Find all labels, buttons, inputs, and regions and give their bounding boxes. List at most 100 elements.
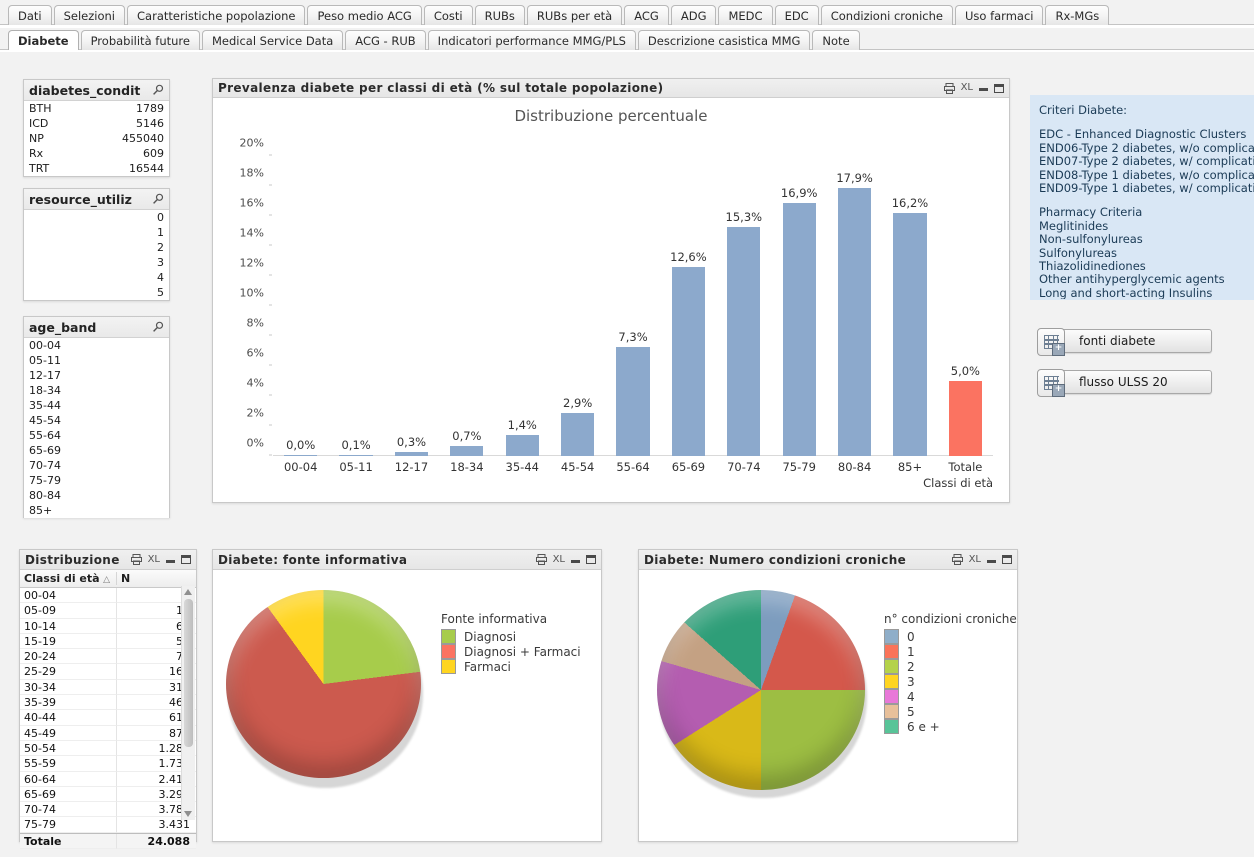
listbox-age-band[interactable]: age_band 00-04 05-11 12-17 18-34 35-44 45-54 5… <box>23 316 170 518</box>
tab-costi[interactable]: Costi <box>423 5 473 25</box>
legend-item[interactable]: 3 <box>884 674 1017 689</box>
tab-probabilit-future[interactable]: Probabilità future <box>80 30 200 50</box>
listbox-item[interactable]: TRT 16544 <box>24 161 169 176</box>
listbox-item[interactable]: 35-44 <box>24 398 169 413</box>
listbox-item[interactable]: 18-34 <box>24 383 169 398</box>
tab-adg[interactable]: ADG <box>670 5 717 25</box>
legend-item[interactable]: 5 <box>884 704 1017 719</box>
maximize-icon[interactable] <box>181 555 191 564</box>
bar[interactable] <box>394 451 429 456</box>
table-row[interactable]: 35-39 464 <box>20 695 196 711</box>
tab-selezioni[interactable]: Selezioni <box>53 5 126 25</box>
listbox-item[interactable]: 12-17 <box>24 368 169 383</box>
legend-item[interactable]: 1 <box>884 644 1017 659</box>
excel-export-icon[interactable]: XL <box>969 554 981 565</box>
tab-rx-mgs[interactable]: Rx-MGs <box>1045 5 1110 25</box>
table-row[interactable]: 45-49 878 <box>20 725 196 741</box>
table-row[interactable]: 70-74 3.788 <box>20 802 196 818</box>
bar[interactable] <box>948 381 982 456</box>
table-row[interactable]: 60-64 2.415 <box>20 771 196 787</box>
button-fonti-diabete[interactable]: + fonti diabete <box>1037 328 1212 356</box>
table-row[interactable]: 05-0918 <box>20 603 196 619</box>
table-row[interactable]: 65-69 3.293 <box>20 786 196 803</box>
tab-caratteristiche-popolazione[interactable]: Caratteristiche popolazione <box>127 5 306 25</box>
legend-item[interactable]: Farmaci <box>441 659 581 674</box>
legend-item[interactable]: 0 <box>884 629 1017 644</box>
table-row[interactable]: 20-2475 <box>20 649 196 665</box>
bar[interactable] <box>284 454 318 456</box>
bar[interactable] <box>671 267 706 456</box>
listbox-item[interactable]: 0 <box>24 210 169 225</box>
tab-note[interactable]: Note <box>812 30 860 50</box>
table-scrollbar[interactable] <box>181 586 195 820</box>
listbox-item[interactable]: 05-11 <box>24 353 169 368</box>
listbox-item[interactable]: 80-84 <box>24 488 169 503</box>
legend-item[interactable]: Diagnosi <box>441 629 581 644</box>
column-header-n[interactable]: N <box>116 572 196 585</box>
minimize-icon[interactable] <box>979 88 988 91</box>
listbox-item[interactable]: 55-64 <box>24 428 169 443</box>
magnifier-icon[interactable] <box>152 190 164 209</box>
tab-acg[interactable]: ACG <box>624 5 669 25</box>
table-row[interactable]: 40-44 619 <box>20 710 196 726</box>
table-row[interactable]: 10-1461 <box>20 618 196 634</box>
pie-slices[interactable] <box>657 590 865 790</box>
maximize-icon[interactable] <box>1002 555 1012 564</box>
maximize-icon[interactable] <box>586 555 596 564</box>
listbox-item[interactable]: 45-54 <box>24 413 169 428</box>
minimize-icon[interactable] <box>166 559 175 563</box>
bar[interactable] <box>893 213 927 456</box>
listbox-item[interactable]: NP 455040 <box>24 131 169 146</box>
legend-item[interactable]: Diagnosi + Farmaci <box>441 644 581 659</box>
table-row[interactable]: 50-54 1.288 <box>20 740 196 757</box>
excel-export-icon[interactable]: XL <box>553 554 565 565</box>
tab-medc[interactable]: MEDC <box>718 5 773 25</box>
minimize-icon[interactable] <box>987 559 996 563</box>
table-row[interactable]: 75-79 3.431 <box>20 817 196 833</box>
sort-ascending-icon[interactable]: △ <box>103 575 110 585</box>
button-flusso-ulss-20[interactable]: + flusso ULSS 20 <box>1037 369 1212 397</box>
print-icon[interactable] <box>943 82 955 94</box>
table-row[interactable]: 55-59 1.733 <box>20 756 196 772</box>
tab-medical-service-data[interactable]: Medical Service Data <box>201 30 344 50</box>
tab-uso-farmaci[interactable]: Uso farmaci <box>954 5 1044 25</box>
tab-edc[interactable]: EDC <box>774 5 819 25</box>
listbox-diabetes-condit[interactable]: diabetes_condit BTH 1789 ICD 5146 NP 455040 Rx… <box>23 79 170 177</box>
bar[interactable] <box>561 412 595 456</box>
listbox-item[interactable]: 2 <box>24 240 169 255</box>
bar[interactable] <box>837 187 872 456</box>
table-row[interactable]: 30-34 313 <box>20 679 196 696</box>
listbox-resource-utiliz[interactable]: resource_utiliz 0 1 2 3 4 5 <box>23 188 170 301</box>
magnifier-icon[interactable] <box>152 81 164 100</box>
print-icon[interactable] <box>535 554 547 565</box>
tab-rubs-per-et[interactable]: RUBs per età <box>526 5 623 25</box>
listbox-item[interactable]: 1 <box>24 225 169 240</box>
tab-rubs[interactable]: RUBs <box>474 5 525 25</box>
table-row[interactable]: 15-1957 <box>20 633 196 650</box>
tab-indicatori-performance-mmg-pls[interactable]: Indicatori performance MMG/PLS <box>427 30 636 50</box>
excel-export-icon[interactable]: XL <box>148 554 160 565</box>
listbox-item[interactable]: 5 <box>24 285 169 300</box>
table-row[interactable]: 00-042 <box>20 588 196 604</box>
listbox-item[interactable]: 75-79 <box>24 473 169 488</box>
scroll-up-icon[interactable] <box>184 589 192 595</box>
scroll-down-icon[interactable] <box>184 811 192 817</box>
tab-condizioni-croniche[interactable]: Condizioni croniche <box>820 5 953 25</box>
legend-item[interactable]: 4 <box>884 689 1017 704</box>
scrollbar-thumb[interactable] <box>184 599 193 747</box>
pie-slices[interactable] <box>226 590 421 778</box>
legend-item[interactable]: 6 e + <box>884 719 1017 734</box>
bar[interactable] <box>782 202 816 456</box>
print-icon[interactable] <box>951 554 963 565</box>
listbox-item[interactable]: 70-74 <box>24 458 169 473</box>
listbox-item[interactable]: 4 <box>24 270 169 285</box>
listbox-item[interactable]: ICD 5146 <box>24 116 169 131</box>
listbox-item[interactable]: BTH 1789 <box>24 101 169 116</box>
listbox-item[interactable]: 85+ <box>24 503 169 518</box>
table-row[interactable]: 25-29 167 <box>20 664 196 680</box>
print-icon[interactable] <box>130 554 142 565</box>
bar[interactable] <box>339 454 373 456</box>
tab-dati[interactable]: Dati <box>8 5 52 25</box>
bar[interactable] <box>450 445 484 456</box>
listbox-item[interactable]: 65-69 <box>24 443 169 458</box>
